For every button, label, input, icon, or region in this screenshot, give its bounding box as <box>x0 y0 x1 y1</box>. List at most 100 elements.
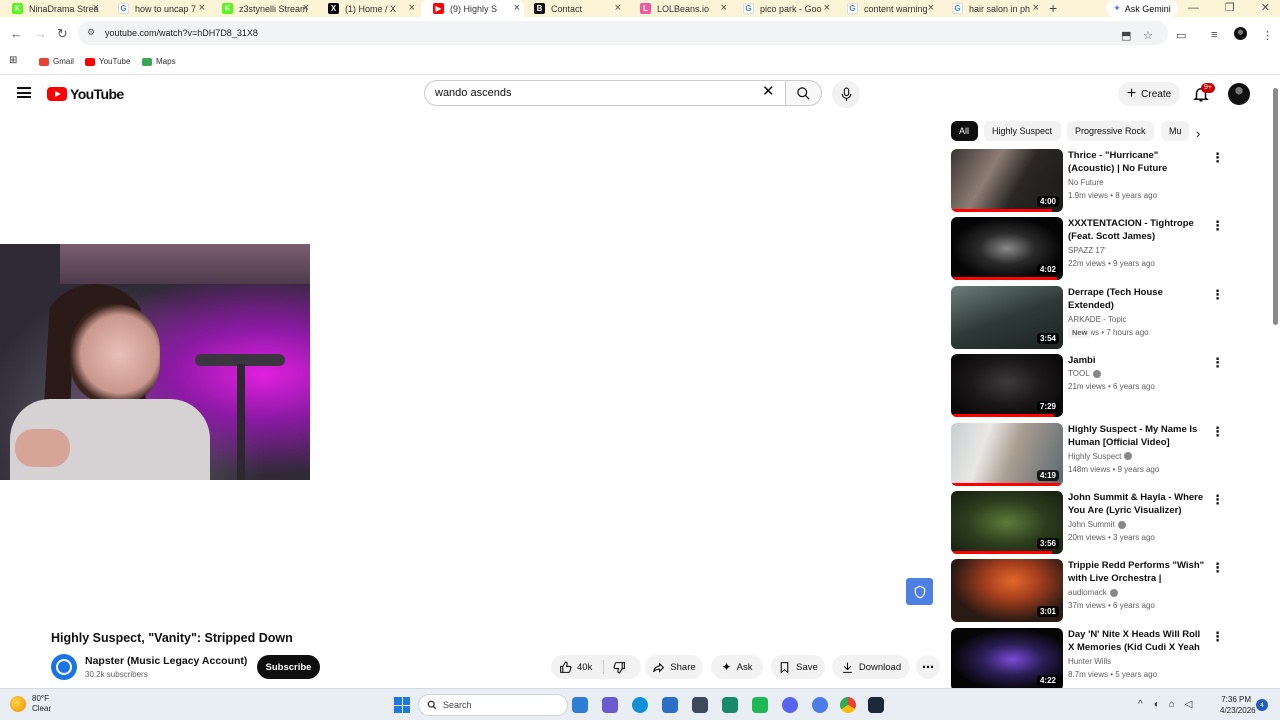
bookmark-gmail[interactable]: Gmail <box>39 57 74 66</box>
channel-name[interactable]: audiomack <box>1068 588 1118 597</box>
bookmark-star-icon[interactable]: ☆ <box>1143 29 1153 42</box>
app-icon[interactable] <box>812 697 828 713</box>
video-title[interactable]: John Summit & Hayla - Where You Are (Lyr… <box>1068 491 1205 517</box>
apps-grid-icon[interactable]: ⊞ <box>9 55 17 66</box>
site-info-icon[interactable]: ⚙ <box>87 27 98 38</box>
filter-chip[interactable]: Progressive Rock <box>1067 121 1154 141</box>
video-thumbnail[interactable]: 4:19 <box>951 422 1063 486</box>
chrome-icon[interactable] <box>840 697 856 713</box>
save-button[interactable]: Save <box>771 655 825 679</box>
video-title[interactable]: Trippie Redd Performs "Wish" with Live O… <box>1068 559 1205 585</box>
forward-icon[interactable]: → <box>34 26 47 41</box>
download-button[interactable]: Download <box>832 655 910 679</box>
browser-tab[interactable]: Gcontent warning × <box>835 0 938 17</box>
back-icon[interactable]: ← <box>10 26 23 41</box>
restore-button[interactable]: ❐ <box>1225 0 1235 17</box>
channel-avatar[interactable] <box>51 654 77 680</box>
channel-name[interactable]: Hunter Wills <box>1068 657 1111 666</box>
video-thumbnail[interactable]: 3:54 <box>951 285 1063 349</box>
reload-icon[interactable]: ↻ <box>57 26 68 42</box>
steam-icon[interactable] <box>868 697 884 713</box>
recommended-video[interactable]: 7:29 Jambi TOOL 21m views • 6 years ago ⋮ <box>951 354 1224 418</box>
close-tab-icon[interactable]: × <box>928 2 934 14</box>
taskbar-search[interactable]: Search <box>418 694 568 716</box>
filter-chip[interactable]: Mu <box>1161 121 1189 141</box>
copilot-icon[interactable] <box>602 697 618 713</box>
video-thumbnail[interactable]: 4:00 <box>951 149 1063 212</box>
recommended-video[interactable]: 4:22 Day 'N' Nite X Heads Will Roll X Mem… <box>951 627 1224 692</box>
address-bar[interactable]: ⚙ youtube.com/watch?v=hDH7D8_31X8 <box>78 21 1168 45</box>
chevron-up-icon[interactable]: ^ <box>1138 699 1143 710</box>
close-tab-icon[interactable]: × <box>1033 2 1039 14</box>
browser-tab[interactable]: L LOLBeans.io × <box>628 0 731 17</box>
video-player[interactable] <box>0 244 310 480</box>
more-vertical-icon[interactable]: ⋮ <box>1211 356 1224 369</box>
profile-avatar[interactable] <box>1234 27 1247 40</box>
media-controls-icon[interactable]: ≡ <box>1211 29 1217 41</box>
ask-gemini-button[interactable]: ✦ Ask Gemini <box>1106 0 1178 17</box>
channel-name[interactable]: Highly Suspect <box>1068 452 1133 461</box>
filter-chip[interactable]: All <box>951 121 978 141</box>
extension-floating-icon[interactable] <box>906 578 933 605</box>
video-title[interactable]: Day 'N' Nite X Heads Will Roll X Memorie… <box>1068 628 1205 654</box>
more-vertical-icon[interactable]: ⋮ <box>1211 151 1224 164</box>
store-icon[interactable] <box>662 697 678 713</box>
close-tab-icon[interactable]: × <box>514 2 520 14</box>
weather-widget[interactable]: 80°F Clear <box>10 694 51 714</box>
channel-name[interactable]: SPAZZ 17' <box>1068 246 1106 255</box>
browser-tab[interactable]: Ghow to uncap 7 × <box>106 0 209 17</box>
recommended-video[interactable]: 4:19 Highly Suspect - My Name Is Human [O… <box>951 422 1224 487</box>
account-avatar[interactable] <box>1228 83 1250 105</box>
recommended-video[interactable]: 4:00 Thrice - "Hurricane" (Acoustic) | No… <box>951 149 1224 213</box>
share-button[interactable]: Share <box>645 655 703 679</box>
scrollbar-thumb[interactable] <box>1273 88 1278 325</box>
browser-menu-icon[interactable]: ⋮ <box>1262 29 1273 42</box>
task-view-icon[interactable] <box>572 697 588 713</box>
voice-search-button[interactable] <box>832 80 860 108</box>
video-thumbnail[interactable]: 3:56 <box>951 491 1063 554</box>
channel-name[interactable]: Napster (Music Legacy Account) <box>85 655 247 667</box>
video-title[interactable]: Jambi <box>1068 354 1205 367</box>
video-thumbnail[interactable]: 4:02 <box>951 217 1063 281</box>
channel-name[interactable]: No Future <box>1068 178 1104 187</box>
video-thumbnail[interactable]: 4:22 <box>951 627 1063 691</box>
app-icon[interactable] <box>722 697 738 713</box>
close-tab-icon[interactable]: × <box>93 2 99 14</box>
video-thumbnail[interactable]: 3:01 <box>951 559 1063 623</box>
youtube-logo[interactable]: YouTube <box>47 86 124 102</box>
video-title[interactable]: Thrice - "Hurricane" (Acoustic) | No Fut… <box>1068 149 1205 175</box>
filter-chip[interactable]: Highly Suspect <box>984 121 1061 141</box>
recommended-video[interactable]: 3:54 Derrape (Tech House Extended) ARKADE … <box>951 285 1224 350</box>
edge-icon[interactable] <box>632 697 648 713</box>
close-tab-icon[interactable]: × <box>615 2 621 14</box>
windows-start-icon[interactable] <box>394 697 410 713</box>
channel-name[interactable]: ARKADE - Topic <box>1068 315 1127 324</box>
minimize-button[interactable]: — <box>1188 0 1199 17</box>
video-title[interactable]: XXXTENTACION - Tightrope (Feat. Scott Ja… <box>1068 217 1205 243</box>
channel-name[interactable]: John Summit <box>1068 520 1126 529</box>
close-tab-icon[interactable]: × <box>303 2 309 14</box>
volume-icon[interactable]: ◁ <box>1185 699 1193 710</box>
chevron-right-icon[interactable]: › <box>1196 126 1200 141</box>
more-vertical-icon[interactable]: ⋮ <box>1211 425 1224 438</box>
menu-icon[interactable] <box>17 87 31 98</box>
browser-tab[interactable]: Gpico park - Goo × <box>731 0 834 17</box>
taskbar-clock[interactable]: 7:36 PM 4/23/2026 <box>1220 694 1256 716</box>
like-button[interactable]: 40k <box>559 655 592 679</box>
search-button[interactable] <box>785 80 822 106</box>
close-window-button[interactable]: ✕ <box>1261 0 1270 17</box>
install-app-icon[interactable]: ⬒ <box>1121 29 1131 42</box>
close-tab-icon[interactable]: × <box>824 2 830 14</box>
more-vertical-icon[interactable]: ⋮ <box>1211 493 1224 506</box>
network-icon[interactable]: ⌂ <box>1169 699 1175 710</box>
browser-tab[interactable]: Ghair salon in ph × <box>940 0 1043 17</box>
more-vertical-icon[interactable]: ⋮ <box>1211 288 1224 301</box>
recommended-video[interactable]: 3:01 Trippie Redd Performs "Wish" with Li… <box>951 559 1224 623</box>
video-title[interactable]: Highly Suspect - My Name Is Human [Offic… <box>1068 423 1205 449</box>
new-tab-button[interactable]: + <box>1049 0 1057 17</box>
video-thumbnail[interactable]: 7:29 <box>951 354 1063 418</box>
browser-tab[interactable]: B Contact × <box>522 0 625 17</box>
recommended-video[interactable]: 4:02 XXXTENTACION - Tightrope (Feat. Scot… <box>951 217 1224 281</box>
discord-icon[interactable] <box>782 697 798 713</box>
spotify-icon[interactable] <box>752 697 768 713</box>
